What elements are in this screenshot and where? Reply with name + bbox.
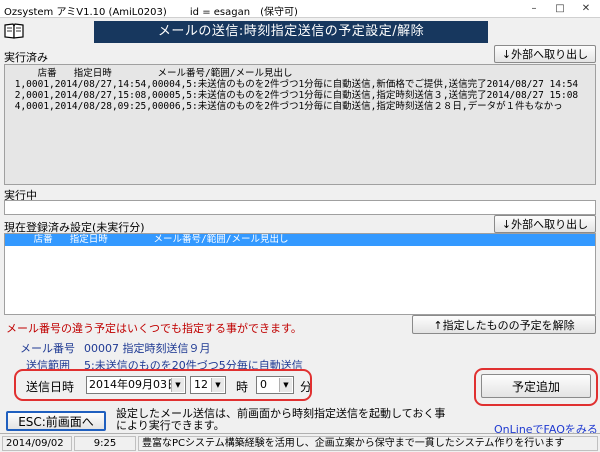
minimize-button[interactable]: – — [521, 1, 547, 16]
close-button[interactable]: ✕ — [573, 1, 599, 16]
executed-label: 実行済み — [4, 51, 48, 64]
list-item[interactable]: 4,0001,2014/08/28,09:25,00006,5:未送信のものを2… — [9, 101, 563, 112]
hour-select[interactable]: 12 ▼ — [190, 376, 226, 394]
status-message: 豊富なPCシステム構築経験を活用し、企画立案から保守まで一貫したシステム作りを行… — [138, 436, 598, 451]
list-item[interactable]: 2,0001,2014/08/27,15:08,00005,5:未送信のものを2… — [9, 90, 578, 101]
date-select[interactable]: 2014年09月03日 ▼ — [86, 376, 186, 394]
executed-export-button[interactable]: ↓外部へ取り出し — [494, 45, 596, 63]
window-titlebar: Ozsystem アミV1.10 (AmiL0203) id = esagan … — [0, 0, 600, 18]
executed-list[interactable]: 店番 指定日時 メール番号/範囲/メール見出し 1,0001,2014/08/2… — [4, 64, 596, 185]
hour-unit: 時 — [236, 380, 249, 394]
back-button[interactable]: ESC:前画面へ — [6, 411, 106, 431]
executed-list-header: 店番 指定日時 メール番号/範囲/メール見出し — [9, 68, 293, 79]
executing-field — [4, 200, 596, 215]
registered-export-button[interactable]: ↓外部へ取り出し — [494, 215, 596, 233]
description-text: 設定したメール送信は、前画面から時刻指定送信を起動しておく事 により実行できます… — [116, 407, 446, 432]
window-title: Ozsystem アミV1.10 (AmiL0203) id = esagan … — [4, 7, 298, 18]
minute-select[interactable]: 0 ▼ — [256, 376, 294, 394]
chevron-down-icon: ▼ — [211, 378, 224, 392]
hour-value: 12 — [194, 378, 208, 391]
add-schedule-button[interactable]: 予定追加 — [481, 374, 591, 398]
registered-list[interactable]: 店番 指定日時 メール番号/範囲/メール見出し — [4, 233, 596, 315]
cancel-schedule-button[interactable]: ↑指定したものの予定を解除 — [412, 315, 596, 334]
status-date: 2014/09/02 — [2, 436, 72, 451]
notice-text: メール番号の違う予定はいくつでも指定する事ができます。 — [6, 322, 302, 335]
registered-list-header[interactable]: 店番 指定日時 メール番号/範囲/メール見出し — [5, 234, 595, 246]
mail-number-value: 00007 指定時刻送信９月 — [84, 342, 211, 355]
minute-unit: 分 — [300, 380, 310, 394]
list-item[interactable]: 1,0001,2014/08/27,14:54,00004,5:未送信のものを2… — [9, 79, 578, 90]
manual-book-icon[interactable] — [4, 23, 24, 39]
mail-number-label: メール番号 — [20, 342, 75, 355]
maximize-button[interactable]: □ — [547, 1, 573, 16]
chevron-down-icon: ▼ — [279, 378, 292, 392]
status-bar: 2014/09/02 9:25 豊富なPCシステム構築経験を活用し、企画立案から… — [0, 433, 600, 452]
schedule-label: 送信日時 — [26, 380, 75, 394]
page-title: メールの送信:時刻指定送信の予定設定/解除 — [94, 21, 488, 43]
status-time: 9:25 — [74, 436, 136, 451]
date-value: 2014年09月03日 — [89, 378, 178, 391]
chevron-down-icon: ▼ — [171, 378, 184, 392]
minute-value: 0 — [260, 378, 267, 391]
